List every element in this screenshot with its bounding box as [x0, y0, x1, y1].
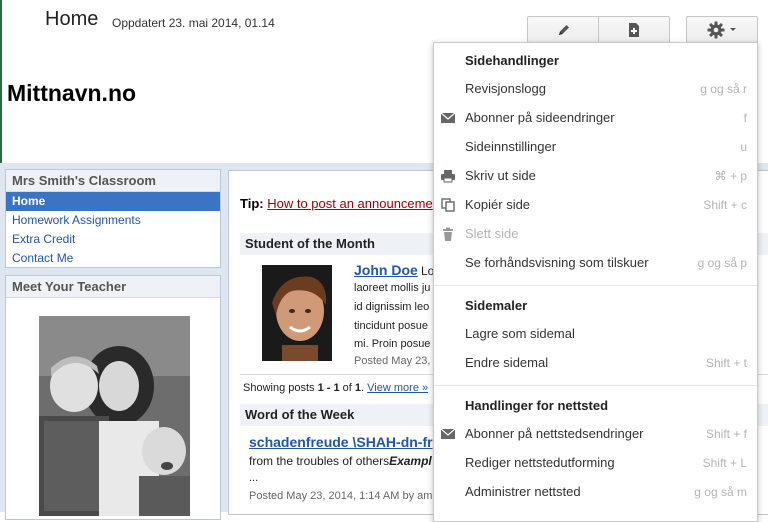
menu-item-save-as-template[interactable]: Lagre som sidemal — [434, 320, 757, 348]
post2-example: Exampl — [389, 454, 432, 468]
tip-label: Tip: — [240, 196, 264, 211]
menu-section-page-templates: Sidemaler — [465, 298, 528, 313]
chevron-down-icon — [730, 27, 736, 31]
menu-section-page-actions: Sidehandlinger — [465, 53, 559, 68]
menu-separator — [434, 285, 757, 286]
post-meta: Posted May 23, 2014, 1:14 AM by am — [249, 490, 433, 502]
post-excerpt-line: id dignissim leo — [354, 301, 430, 313]
pencil-icon — [558, 24, 569, 35]
last-updated: Oppdatert 23. mai 2014, 01.14 — [112, 16, 275, 30]
showing-prefix: Showing posts — [243, 382, 318, 394]
showing-posts: Showing posts 1 - 1 of 1. View more » — [243, 382, 428, 394]
menu-item-shortcut: g og så p — [697, 256, 747, 270]
menu-item-label: Endre sidemal — [465, 355, 549, 370]
teacher-box: Meet Your Teacher — [5, 275, 221, 520]
view-more-link[interactable]: View more » — [367, 382, 428, 394]
menu-item-label: Rediger nettstedutforming — [465, 455, 615, 470]
menu-item-copy-page[interactable]: Kopiér side Shift + c — [434, 191, 757, 219]
post-meta: Posted May 23, — [354, 355, 431, 367]
menu-item-edit-site-layout[interactable]: Rediger nettstedutforming Shift + L — [434, 449, 757, 477]
menu-item-manage-site[interactable]: Administrer nettsted g og så m — [434, 478, 757, 506]
post-excerpt-line: mi. Proin posue — [354, 338, 431, 350]
post-ellipsis: ... — [249, 472, 259, 484]
menu-section-site-actions: Handlinger for nettsted — [465, 398, 609, 413]
menu-item-label: Se forhåndsvisning som tilskuer — [465, 255, 649, 270]
menu-item-shortcut: g og så m — [694, 485, 747, 499]
menu-item-label: Abonner på sideendringer — [465, 110, 615, 125]
teacher-title: Meet Your Teacher — [6, 276, 220, 298]
printer-icon — [441, 170, 455, 183]
tip: Tip: How to post an announceme — [240, 196, 433, 211]
menu-item-shortcut: u — [740, 140, 747, 154]
post2-text: from the troubles of others — [249, 454, 390, 468]
menu-item-shortcut: ⌘ + p — [714, 169, 747, 183]
menu-item-preview-as-viewer[interactable]: Se forhåndsvisning som tilskuer g og så … — [434, 249, 757, 277]
menu-item-print-page[interactable]: Skriv ut side ⌘ + p — [434, 162, 757, 190]
teacher-photo — [39, 316, 190, 516]
sidebar-title: Mrs Smith's Classroom — [6, 170, 220, 192]
menu-item-page-settings[interactable]: Sideinnstillinger u — [434, 133, 757, 161]
sidebar-nav: Mrs Smith's Classroom Home Homework Assi… — [5, 169, 221, 268]
menu-item-label: Slett side — [465, 226, 519, 241]
menu-item-subscribe-page-changes[interactable]: Abonner på sideendringer f — [434, 104, 757, 132]
sidebar-item-home[interactable]: Home — [6, 192, 220, 211]
post-excerpt-line: laoreet mollis ju — [354, 282, 431, 294]
page-title: Home — [45, 8, 99, 30]
more-actions-button[interactable] — [686, 16, 758, 43]
showing-range: 1 - 1 — [317, 382, 340, 394]
menu-separator — [434, 385, 757, 386]
left-accent-bar — [0, 0, 2, 165]
menu-item-subscribe-site-changes[interactable]: Abonner på nettstedsendringer Shift + f — [434, 420, 757, 448]
gear-icon — [707, 21, 725, 38]
post-title-john-doe[interactable]: John Doe — [354, 262, 418, 278]
post-title-schadenfreude[interactable]: schadenfreude \SHAH-dn-fr — [249, 434, 433, 450]
actions-dropdown-menu: Sidehandlinger Revisjonslogg g og så r A… — [433, 42, 758, 522]
menu-item-change-template[interactable]: Endre sidemal Shift + t — [434, 349, 757, 377]
sidebar-item-extra-credit[interactable]: Extra Credit — [6, 230, 220, 249]
showing-mid: of — [339, 382, 355, 394]
menu-item-shortcut: g og så r — [700, 82, 747, 96]
copy-icon — [441, 198, 455, 212]
menu-item-shortcut: f — [743, 111, 747, 125]
edit-page-button[interactable] — [527, 16, 599, 43]
menu-item-label: Administrer nettsted — [465, 484, 581, 499]
menu-item-label: Sideinnstillinger — [465, 139, 557, 154]
new-page-icon — [629, 22, 639, 37]
sidebar-item-contact-me[interactable]: Contact Me — [6, 249, 220, 268]
post-excerpt-line: tincidunt posue — [354, 320, 428, 332]
site-name: Mittnavn.no — [7, 80, 137, 106]
new-page-button[interactable] — [598, 16, 670, 43]
menu-item-revision-history[interactable]: Revisjonslogg g og så r — [434, 75, 757, 103]
menu-item-shortcut: Shift + L — [702, 456, 747, 470]
post-excerpt-line: from the troubles of othersExampl — [249, 454, 432, 468]
sidebar-item-homework-assignments[interactable]: Homework Assignments — [6, 211, 220, 230]
menu-item-shortcut: Shift + t — [705, 356, 747, 370]
menu-item-label: Skriv ut side — [465, 168, 536, 183]
menu-item-label: Abonner på nettstedsendringer — [465, 426, 644, 441]
envelope-icon — [441, 428, 455, 439]
menu-item-delete-page: Slett side — [434, 220, 757, 248]
menu-item-label: Revisjonslogg — [465, 81, 546, 96]
menu-item-label: Kopiér side — [465, 197, 531, 212]
menu-item-label: Lagre som sidemal — [465, 326, 575, 341]
menu-item-shortcut: Shift + f — [705, 427, 747, 441]
menu-item-shortcut: Shift + c — [703, 198, 747, 212]
trash-icon — [443, 227, 453, 241]
tip-link[interactable]: How to post an announceme — [267, 196, 433, 211]
envelope-icon — [441, 112, 455, 123]
student-photo — [262, 265, 332, 361]
